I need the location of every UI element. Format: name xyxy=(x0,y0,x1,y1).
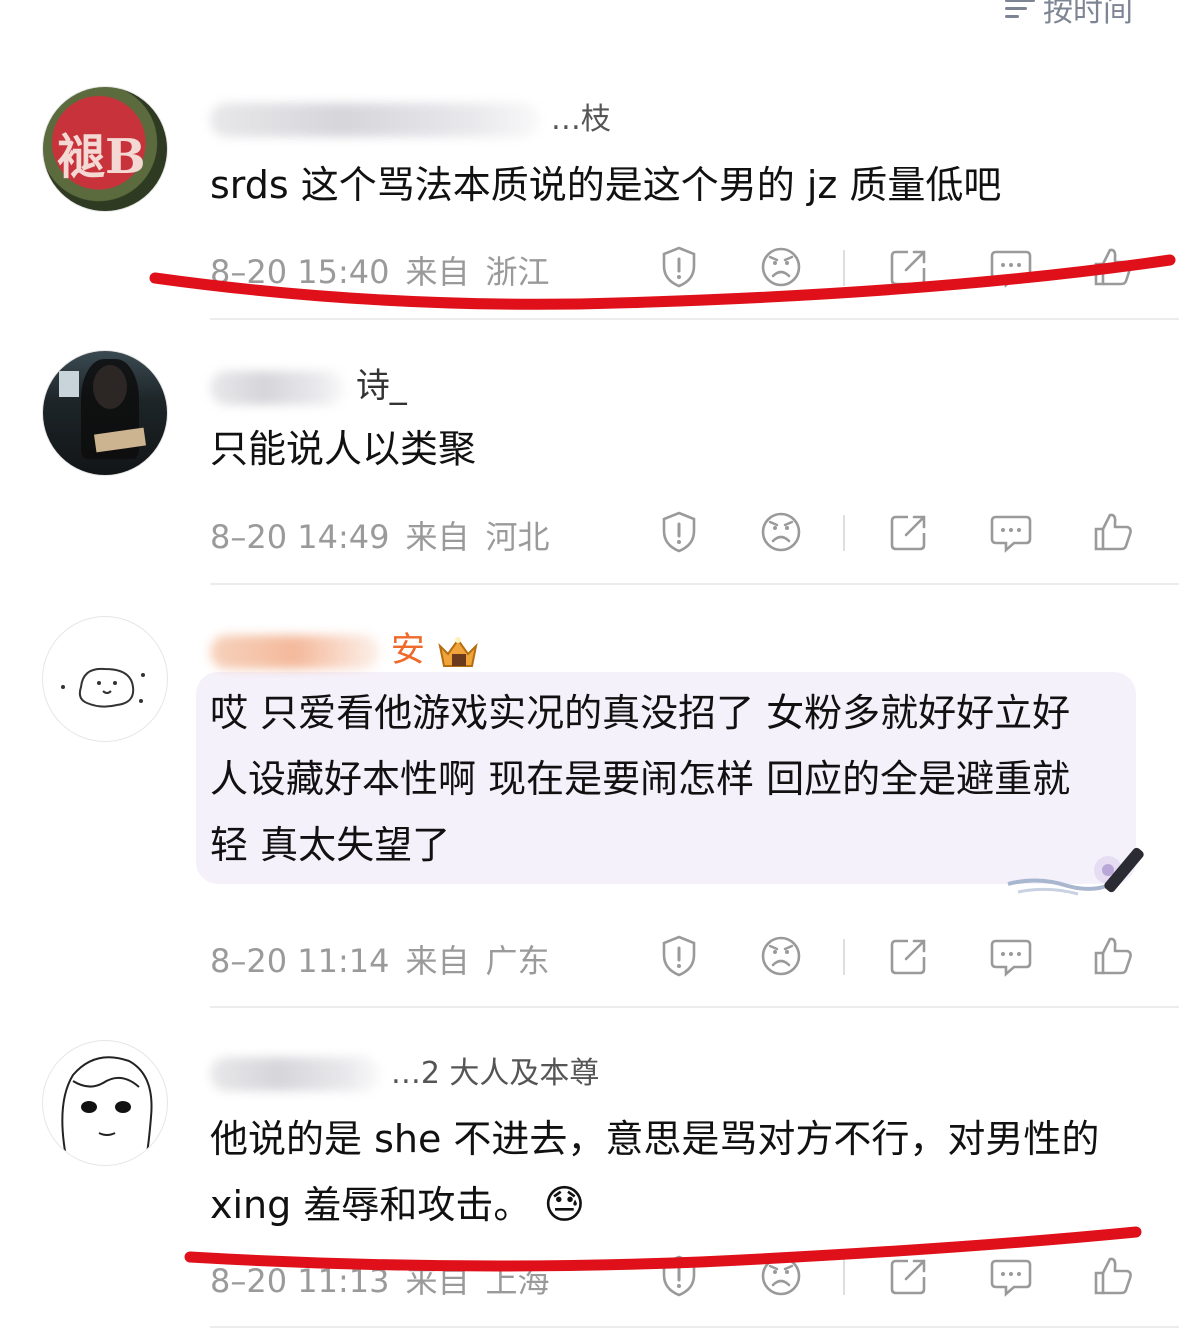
username[interactable]: 诗_ xyxy=(210,358,407,407)
sort-icon xyxy=(1005,0,1035,19)
avatar[interactable] xyxy=(42,1040,168,1166)
avatar[interactable]: 褪B xyxy=(42,86,168,212)
reply-button[interactable] xyxy=(988,244,1038,294)
comment-text-content: 他说的是 she 不进去，意思是骂对方不行，对男性的 xing 羞辱和攻击。 xyxy=(210,1117,1100,1227)
share-icon xyxy=(890,515,926,551)
username[interactable]: 安 xyxy=(210,622,480,671)
comment-region: 河北 xyxy=(485,518,550,556)
username[interactable]: …枝 xyxy=(210,94,611,138)
comment-from: 来自 xyxy=(405,253,470,291)
report-button[interactable] xyxy=(656,933,706,983)
action-separator xyxy=(843,250,845,286)
dislike-button[interactable] xyxy=(758,933,808,983)
like-button[interactable] xyxy=(1090,1253,1140,1303)
share-icon xyxy=(890,1259,926,1295)
divider xyxy=(210,583,1179,585)
share-button[interactable] xyxy=(886,509,936,559)
comment-region: 浙江 xyxy=(485,253,550,291)
reply-button[interactable] xyxy=(988,1253,1038,1303)
comment-time: 8–20 11:14 xyxy=(210,942,390,980)
avatar-logo-text: 褪B xyxy=(57,129,146,185)
divider xyxy=(210,1006,1179,1008)
comment-time: 8–20 11:13 xyxy=(210,1262,390,1300)
comment-from: 来自 xyxy=(405,1262,470,1300)
comment-text: 只能说人以类聚 xyxy=(210,427,477,471)
reply-icon xyxy=(990,515,1032,553)
sort-toggle[interactable]: 按时间 xyxy=(1005,0,1133,30)
share-button[interactable] xyxy=(886,933,936,983)
comment-text: 哎 只爱看他游戏实况的真没招了 女粉多就好好立好人设藏好本性啊 现在是要闹怎样 … xyxy=(210,691,1071,867)
like-icon xyxy=(1094,248,1132,286)
reply-icon xyxy=(990,1259,1032,1297)
report-button[interactable] xyxy=(656,509,706,559)
comment-meta: 8–20 14:49 来自 河北 xyxy=(210,512,566,558)
comment-from: 来自 xyxy=(405,518,470,556)
sweat-emoji-icon: 😓 xyxy=(543,1182,586,1228)
comment-actions xyxy=(650,244,1140,294)
comment-text: srds 这个骂法本质说的是这个男的 jz 质量低吧 xyxy=(210,163,1002,207)
dislike-icon xyxy=(761,936,801,976)
reply-icon xyxy=(990,939,1032,977)
avatar[interactable] xyxy=(42,616,168,742)
comment-meta: 8–20 11:14 来自 广东 xyxy=(210,936,566,982)
comment-actions xyxy=(650,933,1140,983)
dislike-icon xyxy=(761,1256,801,1296)
comment-region: 广东 xyxy=(485,942,550,980)
comment-text: 他说的是 she 不进去，意思是骂对方不行，对男性的 xing 羞辱和攻击。 😓 xyxy=(210,1106,1110,1238)
divider xyxy=(210,318,1179,320)
crown-badge-icon xyxy=(436,634,480,670)
report-icon xyxy=(662,935,696,977)
report-button[interactable] xyxy=(656,244,706,294)
like-icon xyxy=(1094,937,1132,975)
share-button[interactable] xyxy=(886,1253,936,1303)
like-icon xyxy=(1094,1257,1132,1295)
sort-label: 按时间 xyxy=(1043,0,1133,29)
action-separator xyxy=(843,939,845,975)
comment-actions xyxy=(650,509,1140,559)
action-separator xyxy=(843,1259,845,1295)
comment-meta: 8–20 11:13 来自 上海 xyxy=(210,1256,566,1302)
share-button[interactable] xyxy=(886,244,936,294)
report-icon xyxy=(662,246,696,288)
dislike-icon xyxy=(761,512,801,552)
comment-meta: 8–20 15:40 来自 浙江 xyxy=(210,247,566,293)
like-button[interactable] xyxy=(1090,509,1140,559)
comment-time: 8–20 14:49 xyxy=(210,518,390,556)
comment-actions xyxy=(650,1253,1140,1303)
action-separator xyxy=(843,515,845,551)
dislike-button[interactable] xyxy=(758,244,808,294)
reply-button[interactable] xyxy=(988,509,1038,559)
username[interactable]: …2 大人及本尊 xyxy=(210,1048,599,1092)
dislike-icon xyxy=(761,247,801,287)
report-icon xyxy=(662,1255,696,1297)
comment-from: 来自 xyxy=(405,942,470,980)
divider xyxy=(210,1326,1179,1328)
share-icon xyxy=(890,939,926,975)
comment-time: 8–20 15:40 xyxy=(210,253,390,291)
dislike-button[interactable] xyxy=(758,509,808,559)
dislike-button[interactable] xyxy=(758,1253,808,1303)
comment-region: 上海 xyxy=(485,1262,550,1300)
reply-button[interactable] xyxy=(988,933,1038,983)
like-button[interactable] xyxy=(1090,244,1140,294)
like-icon xyxy=(1094,513,1132,551)
report-button[interactable] xyxy=(656,1253,706,1303)
share-icon xyxy=(890,250,926,286)
reply-icon xyxy=(990,250,1032,288)
like-button[interactable] xyxy=(1090,933,1140,983)
avatar[interactable] xyxy=(42,350,168,476)
report-icon xyxy=(662,511,696,553)
